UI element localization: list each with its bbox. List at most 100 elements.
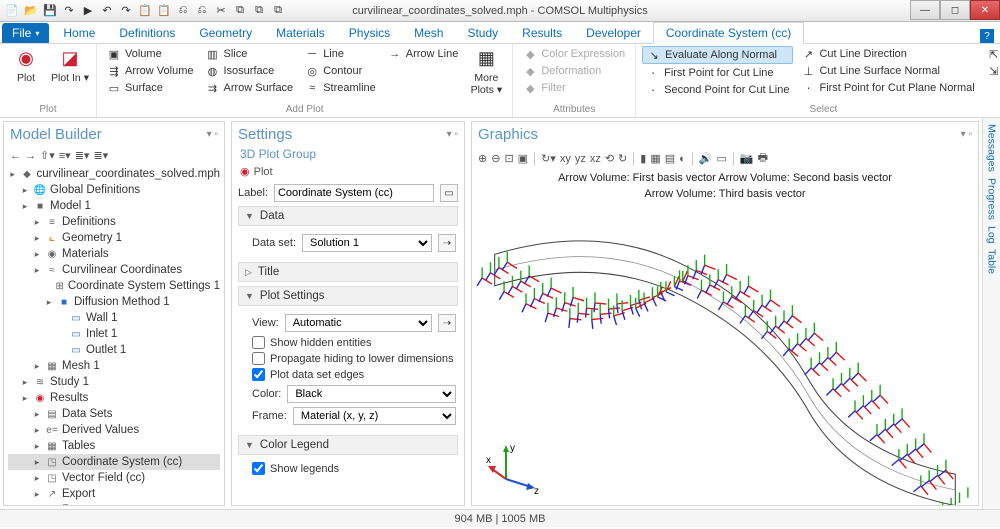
label-input[interactable]	[274, 184, 434, 202]
tab-study[interactable]: Study	[455, 23, 510, 43]
file-tab[interactable]: File	[2, 23, 49, 43]
tab-definitions[interactable]: Definitions	[107, 23, 187, 43]
section-plot-settings[interactable]: ▼Plot Settings	[238, 286, 458, 306]
zoom-box-icon[interactable]: ▣	[518, 152, 528, 165]
plot-edges-checkbox[interactable]	[252, 368, 265, 381]
section-data[interactable]: ▼Data	[238, 206, 458, 226]
select-toggle-icon[interactable]: ▮	[640, 152, 646, 165]
first-point-for-cut-line-button[interactable]: ⋅First Point for Cut Line	[642, 65, 793, 81]
tab-materials[interactable]: Materials	[264, 23, 337, 43]
view-aux-button[interactable]: ⇢	[438, 314, 456, 332]
tree-item-coordinate-system-settings-1[interactable]: ⊞Coordinate System Settings 1	[8, 278, 220, 294]
second-point-for-cut-line-button[interactable]: ⋅Second Point for Cut Line	[642, 82, 793, 98]
tab-results[interactable]: Results	[510, 23, 574, 43]
tree-item-derived-values[interactable]: ▸e=Derived Values	[8, 422, 220, 438]
tab-geometry[interactable]: Geometry	[187, 23, 264, 43]
side-tab-messages[interactable]: Messages	[986, 124, 998, 172]
print-icon[interactable]: 🖶	[758, 149, 768, 168]
qat-button-10[interactable]: ⎌	[194, 3, 210, 19]
tab-home[interactable]: Home	[51, 23, 107, 43]
side-tab-table[interactable]: Table	[986, 249, 998, 274]
graphics-canvas[interactable]: Arrow Volume: First basis vector Arrow V…	[472, 170, 978, 505]
propagate-checkbox[interactable]	[252, 352, 265, 365]
tree-item-vector-field-cc-[interactable]: ▸◳Vector Field (cc)	[8, 470, 220, 486]
expand-icon[interactable]: ≣▾	[93, 149, 108, 162]
qat-button-13[interactable]: ⧉	[251, 3, 267, 19]
contour-button[interactable]: ◎Contour	[301, 63, 380, 79]
dataset-select[interactable]: Solution 1	[302, 234, 432, 252]
evaluate-along-normal-button[interactable]: ↘Evaluate Along Normal	[642, 46, 793, 64]
yz-view-icon[interactable]: yz	[575, 153, 586, 165]
arrow-surface-button[interactable]: ⇉Arrow Surface	[201, 80, 297, 96]
side-tab-log[interactable]: Log	[986, 226, 998, 244]
reset-view-icon[interactable]: ⟲	[605, 152, 614, 165]
first-cut-plane-button[interactable]: ⇲	[983, 63, 1000, 79]
tree-item-curvilinear-coordinates-solved-mph[interactable]: ▸◆curvilinear_coordinates_solved.mph	[8, 166, 220, 182]
panel-ctl-icon[interactable]: ▾ ▫	[961, 129, 972, 140]
qat-button-6[interactable]: ↷	[118, 3, 134, 19]
tree-item-curvilinear-coordinates[interactable]: ▸≈Curvilinear Coordinates	[8, 262, 220, 278]
plot-button[interactable]: ◉ Plot	[6, 46, 46, 84]
collapse-icon[interactable]: ≣▾	[75, 149, 90, 162]
cut-line-surface-normal-button[interactable]: ⊥Cut Line Surface Normal	[797, 63, 978, 79]
qat-button-7[interactable]: 📋	[137, 3, 153, 19]
side-tab-progress[interactable]: Progress	[986, 178, 998, 220]
model-tree[interactable]: ▸◆curvilinear_coordinates_solved.mph▸🌐Gl…	[4, 164, 224, 505]
scene-light-icon[interactable]: ◐	[679, 153, 686, 165]
xy-view-icon[interactable]: xy	[560, 153, 571, 165]
xz-view-icon[interactable]: xz	[590, 153, 601, 165]
zoom-extents-icon[interactable]: ⊡	[504, 152, 513, 165]
panel-ctl-icon[interactable]: ▾ ▫	[447, 129, 458, 140]
dataset-aux-button[interactable]: ⇢	[438, 234, 456, 252]
color-select[interactable]: Black	[287, 385, 456, 403]
redo-view-icon[interactable]: ↻	[618, 152, 627, 165]
camera-icon[interactable]: 📷	[740, 152, 754, 165]
qat-button-4[interactable]: ▶	[80, 3, 96, 19]
tree-item-diffusion-method-1[interactable]: ▸■Diffusion Method 1	[8, 294, 220, 310]
qat-button-11[interactable]: ✂	[213, 3, 229, 19]
qat-button-8[interactable]: 📋	[156, 3, 172, 19]
qat-button-5[interactable]: ↶	[99, 3, 115, 19]
qat-button-2[interactable]: 💾	[42, 3, 58, 19]
tree-item-outlet-1[interactable]: ▭Outlet 1	[8, 342, 220, 358]
minimize-button[interactable]: —	[910, 0, 940, 20]
tree-item-model-1[interactable]: ▸■Model 1	[8, 198, 220, 214]
more-plots-button[interactable]: ▦ More Plots ▾	[466, 46, 506, 96]
show-legends-checkbox[interactable]	[252, 462, 265, 475]
tree-item-coordinate-system-cc-[interactable]: ▸◳Coordinate System (cc)	[8, 454, 220, 470]
streamline-button[interactable]: ≈Streamline	[301, 80, 380, 96]
tree-item-wall-1[interactable]: ▭Wall 1	[8, 310, 220, 326]
tree-item-export[interactable]: ▸↗Export	[8, 486, 220, 502]
maximize-button[interactable]: ◻	[940, 0, 970, 20]
movie-icon[interactable]: ▭	[716, 152, 726, 165]
qat-button-14[interactable]: ⧉	[270, 3, 286, 19]
isosurface-button[interactable]: ◍Isosurface	[201, 63, 297, 79]
sound-icon[interactable]: 🔊	[699, 152, 713, 165]
tree-item-global-definitions[interactable]: ▸🌐Global Definitions	[8, 182, 220, 198]
section-title[interactable]: ▷Title	[238, 262, 458, 282]
plot-in-button[interactable]: ◪ Plot In ▾	[50, 46, 90, 84]
show-hidden-checkbox[interactable]	[252, 336, 265, 349]
slice-button[interactable]: ▥Slice	[201, 46, 297, 62]
help-button[interactable]: ?	[980, 29, 994, 43]
zoom-out-icon[interactable]: ⊖	[491, 152, 500, 165]
nav-back-icon[interactable]: ←	[10, 150, 21, 162]
cut-line-direction-button[interactable]: ↗Cut Line Direction	[797, 46, 978, 62]
tab-physics[interactable]: Physics	[337, 23, 402, 43]
grid-icon[interactable]: ▦	[650, 152, 660, 165]
tree-item-reports[interactable]: ▤Reports	[8, 502, 220, 505]
tree-item-study-1[interactable]: ▸≋Study 1	[8, 374, 220, 390]
render-icon[interactable]: ▤	[665, 152, 675, 165]
qat-button-9[interactable]: ⎌	[175, 3, 191, 19]
nav-up-icon[interactable]: ⇧▾	[40, 149, 55, 162]
surface-button[interactable]: ▭Surface	[103, 80, 197, 96]
frame-select[interactable]: Material (x, y, z)	[293, 407, 456, 425]
nav-fwd-icon[interactable]: →	[25, 150, 36, 162]
section-color-legend[interactable]: ▼Color Legend	[238, 435, 458, 455]
tree-item-materials[interactable]: ▸◉Materials	[8, 246, 220, 262]
line-button[interactable]: ─Line	[301, 46, 380, 62]
tab-mesh[interactable]: Mesh	[402, 23, 455, 43]
zoom-in-icon[interactable]: ⊕	[478, 152, 487, 165]
plot-label[interactable]: Plot	[254, 166, 273, 178]
tree-item-mesh-1[interactable]: ▸▦Mesh 1	[8, 358, 220, 374]
